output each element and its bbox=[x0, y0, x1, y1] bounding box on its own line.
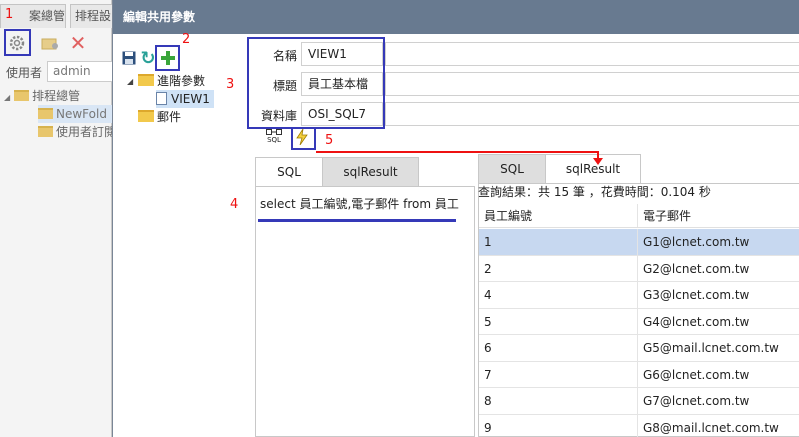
result-panel: 查詢結果：共 15 筆 ，花費時間：0.104 秒 員工編號 電子郵件 1 G1@… bbox=[478, 183, 799, 437]
bg-delete-button[interactable]: ✕ bbox=[66, 31, 90, 55]
folder-icon bbox=[138, 110, 154, 122]
annotation-box-3 bbox=[247, 37, 385, 129]
sql-icon-label: SQL bbox=[267, 135, 281, 144]
bg-user-input[interactable]: admin bbox=[47, 61, 117, 82]
save-icon bbox=[122, 51, 136, 65]
cell-employee-id: 7 bbox=[479, 361, 638, 387]
annotation-1: 1 bbox=[5, 7, 14, 22]
tab-sql-left[interactable]: SQL bbox=[255, 157, 323, 187]
table-row[interactable]: 5 G4@lcnet.com.tw bbox=[479, 308, 799, 335]
column-header-email[interactable]: 電子郵件 bbox=[638, 204, 799, 227]
refresh-icon: ↻ bbox=[140, 47, 156, 69]
dialog-title: 編輯共用參數 bbox=[113, 0, 799, 34]
table-row[interactable]: 9 G8@mail.lcnet.com.tw bbox=[479, 414, 799, 437]
tab-sql-right[interactable]: SQL bbox=[478, 154, 546, 184]
tree-node-mail[interactable]: 郵件 bbox=[138, 108, 181, 126]
sql-text: select 員工編號,電子郵件 from 員工 bbox=[260, 197, 459, 211]
cell-email: G8@mail.lcnet.com.tw bbox=[643, 420, 779, 435]
cell-employee-id: 1 bbox=[479, 229, 638, 255]
table-row[interactable]: 6 G5@mail.lcnet.com.tw bbox=[479, 335, 799, 362]
bg-tree-item-subscribe[interactable]: 使用者訂閱 bbox=[38, 123, 116, 141]
annotation-box-5 bbox=[291, 127, 316, 150]
annotation-2: 2 bbox=[182, 32, 191, 47]
table-row[interactable]: 4 G3@lcnet.com.tw bbox=[479, 282, 799, 309]
bg-user-label: 使用者 bbox=[6, 66, 43, 80]
cell-employee-id: 6 bbox=[479, 335, 638, 361]
annotation-underline-4 bbox=[258, 219, 456, 222]
column-header-employee-id[interactable]: 員工編號 bbox=[479, 204, 638, 227]
folder-icon bbox=[38, 108, 53, 119]
tab-sqlresult-left[interactable]: sqlResult bbox=[322, 157, 419, 187]
annotation-box-1 bbox=[4, 29, 31, 56]
cell-email: G4@lcnet.com.tw bbox=[643, 314, 750, 329]
document-icon bbox=[156, 92, 167, 105]
result-summary: 查詢結果：共 15 筆 ，花費時間：0.104 秒 bbox=[478, 185, 711, 199]
table-row[interactable]: 1 G1@lcnet.com.tw bbox=[479, 229, 799, 256]
bg-tab-schedule[interactable]: 排程設 bbox=[70, 4, 114, 28]
title-field-extension[interactable] bbox=[385, 72, 799, 96]
annotation-3: 3 bbox=[226, 77, 235, 92]
folder-icon bbox=[14, 90, 30, 101]
tree-node-advanced-params[interactable]: 進階參數 bbox=[138, 72, 205, 90]
table-row[interactable]: 7 G6@lcnet.com.tw bbox=[479, 361, 799, 388]
cell-email: G6@lcnet.com.tw bbox=[643, 367, 750, 382]
bg-tree-item-newfolder[interactable]: NewFold bbox=[38, 105, 112, 123]
bg-tab-strip: 案總管 排程設 bbox=[0, 4, 114, 28]
table-row[interactable]: 2 G2@lcnet.com.tw bbox=[479, 255, 799, 282]
folder-add-icon bbox=[41, 38, 58, 50]
close-x-icon: ✕ bbox=[69, 31, 87, 55]
annotation-4: 4 bbox=[230, 197, 239, 212]
cell-email: G1@lcnet.com.tw bbox=[643, 235, 750, 249]
cell-employee-id: 4 bbox=[479, 282, 638, 308]
cell-employee-id: 5 bbox=[479, 308, 638, 334]
bg-tree-root[interactable]: ◢ 排程總管 bbox=[4, 87, 80, 105]
cell-email: G3@lcnet.com.tw bbox=[643, 288, 750, 302]
name-field-extension[interactable] bbox=[385, 42, 799, 66]
cell-employee-id: 2 bbox=[479, 255, 638, 281]
folder-icon bbox=[38, 126, 53, 137]
tab-sqlresult-right[interactable]: sqlResult bbox=[545, 154, 641, 184]
background-app: 案總管 排程設 ✕ 使用者 admin ◢ 排程總管 NewFold 使用者訂閱 bbox=[0, 0, 117, 437]
sql-builder-button[interactable]: SQL bbox=[264, 127, 284, 145]
sql-editor[interactable]: select 員工編號,電子郵件 from 員工 bbox=[255, 186, 475, 437]
cell-email: G2@lcnet.com.tw bbox=[643, 261, 750, 276]
bg-new-folder-button[interactable] bbox=[38, 31, 62, 55]
table-row[interactable]: 8 G7@lcnet.com.tw bbox=[479, 388, 799, 415]
save-button[interactable] bbox=[121, 50, 137, 66]
cell-employee-id: 8 bbox=[479, 388, 638, 414]
folder-icon bbox=[138, 74, 154, 86]
tree-node-view1[interactable]: VIEW1 bbox=[156, 90, 214, 108]
grid-header: 員工編號 電子郵件 bbox=[479, 204, 799, 228]
tree-expand-icon[interactable]: ◢ bbox=[127, 77, 133, 86]
cell-employee-id: 9 bbox=[479, 414, 638, 437]
annotation-5: 5 bbox=[325, 133, 334, 148]
expand-icon[interactable]: ◢ bbox=[4, 93, 10, 102]
cell-email: G7@lcnet.com.tw bbox=[643, 394, 750, 408]
annotation-box-2 bbox=[155, 45, 180, 71]
cell-email: G5@mail.lcnet.com.tw bbox=[643, 341, 779, 355]
database-field-extension[interactable] bbox=[385, 102, 799, 126]
sql-diagram-icon bbox=[266, 128, 282, 135]
